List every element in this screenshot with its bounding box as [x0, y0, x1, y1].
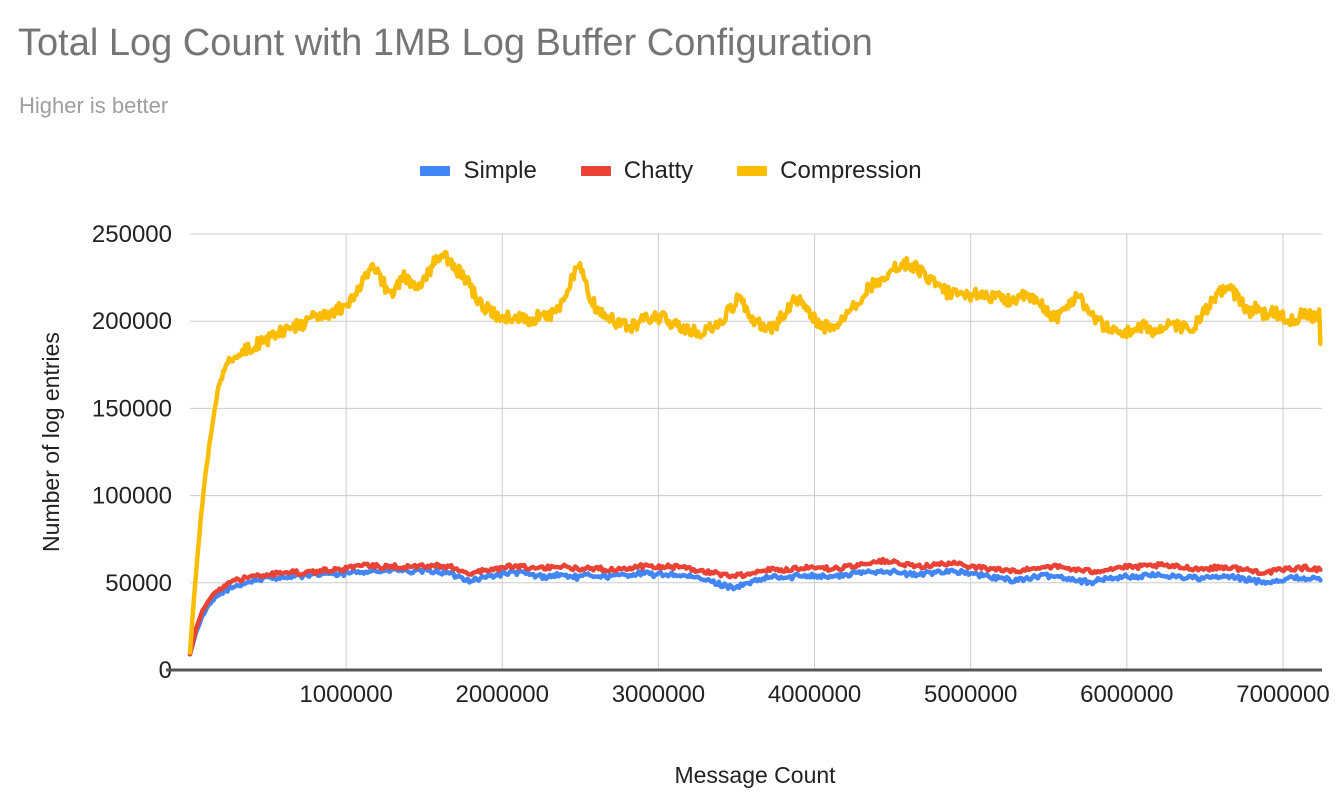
y-tick-label: 200000: [92, 308, 172, 335]
x-tick-label: 6000000: [1080, 681, 1173, 708]
y-tick-label: 50000: [105, 570, 172, 597]
x-tick-label: 3000000: [612, 681, 705, 708]
x-tick-label: 7000000: [1236, 681, 1329, 708]
y-tick-label: 150000: [92, 395, 172, 422]
data-series-group: [187, 249, 1323, 657]
y-tick-labels: 050000100000150000200000250000: [92, 221, 172, 684]
gridlines: [190, 233, 1322, 670]
x-tick-label: 1000000: [299, 681, 392, 708]
x-tick-label: 5000000: [924, 681, 1017, 708]
chart-container: Total Log Count with 1MB Log Buffer Conf…: [0, 0, 1342, 806]
series-line-simple: [187, 565, 1323, 657]
plot-area: 1000000 2000000 3000000 4000000 5000000 60000…: [0, 0, 1342, 806]
series-line-compression: [187, 249, 1323, 655]
y-tick-label: 250000: [92, 221, 172, 248]
plot-svg: 1000000 2000000 3000000 4000000 5000000 60000…: [92, 221, 1330, 708]
y-tick-label: 100000: [92, 483, 172, 510]
x-tick-labels: 1000000 2000000 3000000 4000000 5000000 60000…: [299, 681, 1329, 708]
x-tick-label: 4000000: [768, 681, 861, 708]
x-tick-label: 2000000: [456, 681, 549, 708]
